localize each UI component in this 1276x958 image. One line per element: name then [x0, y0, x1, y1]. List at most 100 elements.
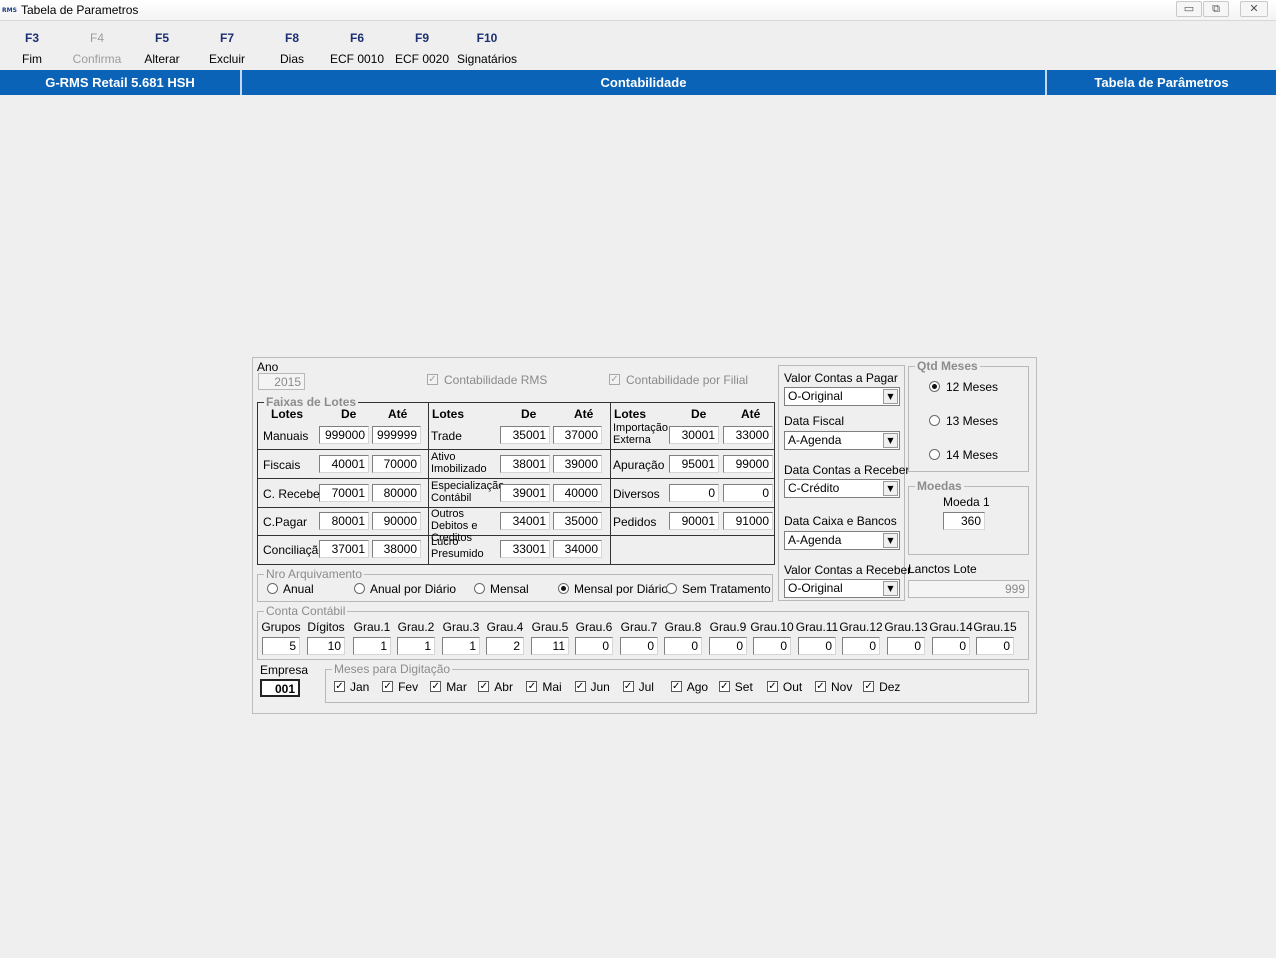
lote-ate-field[interactable]: 80000: [372, 484, 421, 502]
lote-de-field[interactable]: 95001: [669, 455, 719, 473]
conta-field[interactable]: 2: [486, 637, 524, 655]
nro-radio-3[interactable]: [558, 583, 569, 594]
lote-ate-field[interactable]: 0: [723, 484, 773, 502]
qtd-radio-2[interactable]: [929, 449, 940, 460]
conta-field[interactable]: 1: [442, 637, 480, 655]
mes-checkbox[interactable]: ✓: [670, 681, 682, 692]
nro-radio-4[interactable]: [666, 583, 677, 594]
moeda1-field[interactable]: 360: [943, 512, 985, 530]
data-receber-select[interactable]: C-Crédito ▼: [784, 479, 900, 498]
lote-ate-field[interactable]: 99000: [723, 455, 773, 473]
conta-header: Grau.10: [750, 620, 794, 634]
lote-de-field[interactable]: 40001: [319, 455, 369, 473]
lote-de-field[interactable]: 80001: [319, 512, 369, 530]
qtd-radio-1[interactable]: [929, 415, 940, 426]
lote-de-field[interactable]: 30001: [669, 426, 719, 444]
qtd-radio-label: 12 Meses: [946, 380, 999, 394]
conta-header: Grau.1: [353, 620, 391, 634]
qtd-radio-0[interactable]: [929, 381, 940, 392]
conta-field[interactable]: 5: [262, 637, 300, 655]
data-fiscal-label: Data Fiscal: [784, 414, 845, 428]
lote-de-field[interactable]: 33001: [500, 540, 550, 558]
lote-de-field[interactable]: 999000: [319, 426, 369, 444]
lote-de-field[interactable]: 34001: [500, 512, 550, 530]
nro-radio-2[interactable]: [474, 583, 485, 594]
mes-checkbox[interactable]: ✓: [526, 681, 538, 692]
conta-field[interactable]: 0: [932, 637, 970, 655]
data-caixa-select[interactable]: A-Agenda ▼: [784, 531, 900, 550]
conta-field[interactable]: 11: [531, 637, 569, 655]
fkey-button-f6[interactable]: F6 ECF 0010: [327, 30, 387, 67]
lote-label: Especialização Contábil: [431, 480, 505, 504]
lanctos-field[interactable]: 999: [908, 580, 1029, 598]
lote-ate-field[interactable]: 91000: [723, 512, 773, 530]
fkey-button-f8[interactable]: F8 Dias: [262, 30, 322, 67]
empresa-field[interactable]: 001: [260, 679, 300, 697]
conta-field[interactable]: 0: [753, 637, 791, 655]
mes-checkbox[interactable]: ✓: [382, 681, 394, 692]
conta-field[interactable]: 1: [397, 637, 435, 655]
fkey-button-f3[interactable]: F3 Fim: [2, 30, 62, 67]
mes-checkbox[interactable]: ✓: [430, 681, 442, 692]
mes-checkbox[interactable]: ✓: [334, 681, 345, 692]
lote-ate-field[interactable]: 33000: [723, 426, 773, 444]
nro-radio-0[interactable]: [267, 583, 278, 594]
lote-label: Manuais: [263, 429, 309, 443]
fkey-button-f7[interactable]: F7 Excluir: [197, 30, 257, 67]
fkey-button-f5[interactable]: F5 Alterar: [132, 30, 192, 67]
lote-ate-field[interactable]: 37000: [553, 426, 602, 444]
faixas-header: Lotes: [614, 407, 647, 421]
lote-ate-field[interactable]: 34000: [553, 540, 602, 558]
conta-field[interactable]: 10: [307, 637, 345, 655]
valor-receber-select[interactable]: O-Original ▼: [784, 579, 900, 598]
mes-checkbox[interactable]: ✓: [622, 681, 634, 692]
conta-field[interactable]: 0: [976, 637, 1014, 655]
contab-filial-checkbox[interactable]: ✓: [609, 374, 620, 385]
fkey-button-f9[interactable]: F9 ECF 0020: [392, 30, 452, 67]
mes-checkbox[interactable]: ✓: [574, 681, 586, 692]
conta-field[interactable]: 1: [353, 637, 391, 655]
faixas-header: Até: [388, 407, 408, 421]
conta-field[interactable]: 0: [575, 637, 613, 655]
conta-field[interactable]: 0: [664, 637, 702, 655]
restore-button[interactable]: ⧉: [1203, 1, 1229, 17]
mes-checkbox[interactable]: ✓: [478, 681, 490, 692]
lote-de-field[interactable]: 90001: [669, 512, 719, 530]
fkey-key: F10: [476, 31, 498, 45]
ano-field[interactable]: 2015: [258, 373, 305, 390]
conta-field[interactable]: 0: [620, 637, 658, 655]
mes-checkbox[interactable]: ✓: [815, 681, 826, 692]
lote-de-field[interactable]: 70001: [319, 484, 369, 502]
lote-de-field[interactable]: 37001: [319, 540, 369, 558]
lote-de-field[interactable]: 35001: [500, 426, 550, 444]
nro-radio-1[interactable]: [354, 583, 365, 594]
lote-ate-field[interactable]: 35000: [553, 512, 602, 530]
lote-de-field[interactable]: 38001: [500, 455, 550, 473]
valor-pagar-select[interactable]: O-Original ▼: [784, 387, 900, 406]
data-fiscal-value: A-Agenda: [788, 433, 842, 447]
mes-label: Ago: [686, 680, 709, 694]
conta-field[interactable]: 0: [887, 637, 925, 655]
close-button[interactable]: ✕: [1240, 1, 1268, 17]
mes-checkbox[interactable]: ✓: [718, 681, 730, 692]
mes-checkbox[interactable]: ✓: [766, 681, 778, 692]
conta-field[interactable]: 0: [709, 637, 747, 655]
minimize-button[interactable]: ▭: [1176, 1, 1202, 17]
conta-field[interactable]: 0: [842, 637, 880, 655]
contab-rms-checkbox[interactable]: ✓: [427, 374, 438, 385]
lote-label: Ativo Imobilizado: [431, 451, 487, 475]
lote-ate-field[interactable]: 39000: [553, 455, 602, 473]
lote-ate-field[interactable]: 40000: [553, 484, 602, 502]
lanctos-label: Lanctos Lote: [908, 562, 977, 576]
conta-field[interactable]: 0: [798, 637, 836, 655]
lote-de-field[interactable]: 39001: [500, 484, 550, 502]
fkey-button-f4[interactable]: F4 Confirma: [67, 30, 127, 67]
lote-ate-field[interactable]: 999999: [372, 426, 421, 444]
lote-ate-field[interactable]: 90000: [372, 512, 421, 530]
lote-ate-field[interactable]: 70000: [372, 455, 421, 473]
fkey-button-f10[interactable]: F10 Signatários: [457, 30, 517, 67]
lote-ate-field[interactable]: 38000: [372, 540, 421, 558]
data-fiscal-select[interactable]: A-Agenda ▼: [784, 431, 900, 450]
lote-de-field[interactable]: 0: [669, 484, 719, 502]
mes-checkbox[interactable]: ✓: [863, 681, 875, 692]
